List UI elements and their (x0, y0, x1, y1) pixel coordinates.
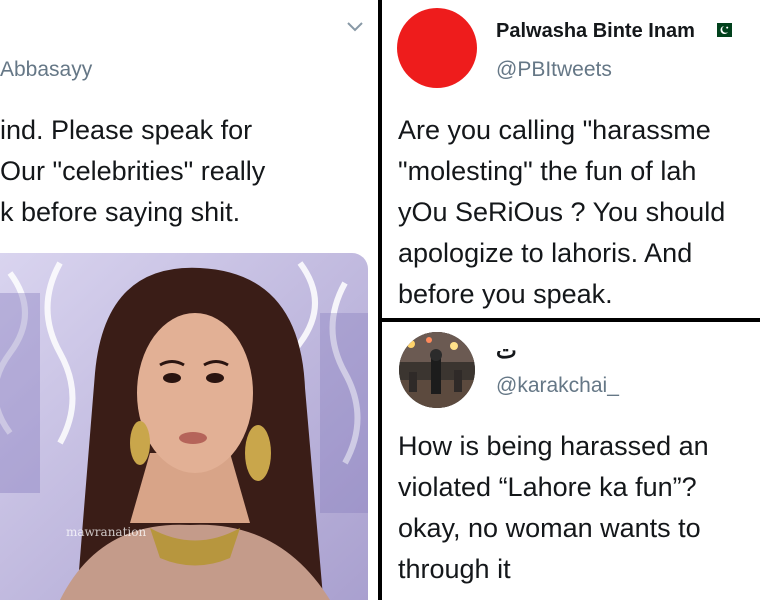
right-bottom-tweet-panel: ت @karakchai_ How is being harassed an v… (382, 322, 760, 600)
left-tweet-panel: Abbasayy ind. Please speak for Our "cele… (0, 0, 378, 600)
avatar[interactable] (397, 8, 477, 88)
tweet-handle[interactable]: @karakchai_ (496, 374, 619, 398)
tweet-body: How is being harassed an violated “Lahor… (398, 426, 709, 590)
tweet-body: ind. Please speak for Our "celebrities" … (0, 110, 265, 233)
tweet-display-name[interactable]: ت (496, 338, 517, 364)
tweet-body-line: Are you calling "harassme (398, 115, 711, 145)
tweet-handle[interactable]: Abbasayy (0, 58, 92, 82)
right-top-tweet-panel: Palwasha Binte Inam @PBItweets Are you c… (382, 0, 760, 318)
tweet-body-line: k before saying shit. (0, 197, 241, 227)
tweet-body-line: okay, no woman wants to (398, 513, 701, 543)
avatar-photo (399, 332, 475, 408)
tweet-body-line: yOu SeRiOus ? You should (398, 197, 726, 227)
avatar[interactable] (399, 332, 475, 408)
tweet-body-line: before you speak. (398, 279, 613, 309)
chevron-down-icon[interactable] (345, 20, 365, 34)
tweet-handle[interactable]: @PBItweets (496, 58, 612, 82)
tweet-body: Are you calling "harassme "molesting" th… (398, 110, 725, 315)
video-frame-image (0, 253, 368, 600)
tweet-body-line: "molesting" the fun of lah (398, 156, 697, 186)
tweet-body-line: through it (398, 554, 511, 584)
tweet-body-line: apologize to lahoris. And (398, 238, 693, 268)
tweet-body-line: violated “Lahore ka fun”? (398, 472, 697, 502)
tweet-body-line: ind. Please speak for (0, 115, 253, 145)
video-watermark: mawranation (66, 525, 147, 539)
tweet-video-thumbnail[interactable]: mawranation (0, 253, 368, 600)
tweet-display-name[interactable]: Palwasha Binte Inam (496, 20, 695, 43)
tweet-body-line: Our "celebrities" really (0, 156, 266, 186)
pakistan-flag-icon (712, 23, 732, 37)
tweet-body-line: How is being harassed an (398, 431, 709, 461)
